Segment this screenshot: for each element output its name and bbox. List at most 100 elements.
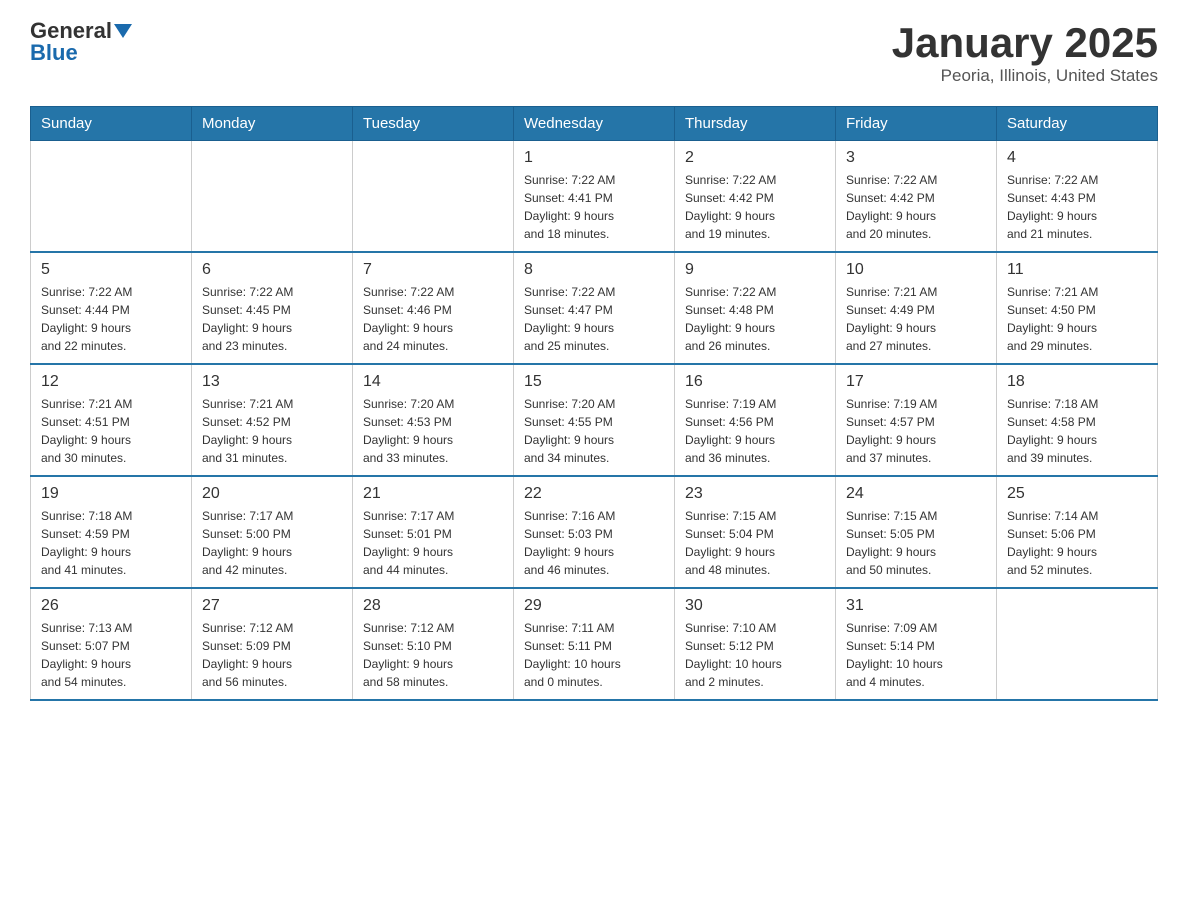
calendar-cell: 11 Sunrise: 7:21 AMSunset: 4:50 PMDayligh…: [997, 252, 1158, 364]
day-info: Sunrise: 7:12 AMSunset: 5:09 PMDaylight:…: [202, 619, 342, 691]
day-info: Sunrise: 7:16 AMSunset: 5:03 PMDaylight:…: [524, 507, 664, 579]
day-number: 2: [685, 149, 825, 167]
day-number: 17: [846, 373, 986, 391]
calendar-week-row: 19 Sunrise: 7:18 AMSunset: 4:59 PMDayligh…: [31, 476, 1158, 588]
calendar-cell: 29Sunrise: 7:11 AMSunset: 5:11 PMDayligh…: [514, 588, 675, 700]
day-info: Sunrise: 7:15 AMSunset: 5:04 PMDaylight:…: [685, 507, 825, 579]
calendar-cell: 9 Sunrise: 7:22 AMSunset: 4:48 PMDaylight…: [675, 252, 836, 364]
calendar-cell: 14Sunrise: 7:20 AMSunset: 4:53 PMDayligh…: [353, 364, 514, 476]
day-info: Sunrise: 7:21 AMSunset: 4:49 PMDaylight:…: [846, 283, 986, 355]
day-number: 30: [685, 597, 825, 615]
day-number: 25: [1007, 485, 1147, 503]
calendar-cell: 7 Sunrise: 7:22 AMSunset: 4:46 PMDaylight…: [353, 252, 514, 364]
header-cell-saturday: Saturday: [997, 107, 1158, 141]
logo-blue-text: Blue: [30, 42, 78, 64]
calendar-cell: 4Sunrise: 7:22 AMSunset: 4:43 PMDaylight…: [997, 141, 1158, 253]
header-cell-friday: Friday: [836, 107, 997, 141]
day-number: 11: [1007, 261, 1147, 279]
calendar-cell: 17 Sunrise: 7:19 AMSunset: 4:57 PMDayligh…: [836, 364, 997, 476]
day-info: Sunrise: 7:20 AMSunset: 4:53 PMDaylight:…: [363, 395, 503, 467]
calendar-cell: 30 Sunrise: 7:10 AMSunset: 5:12 PMDayligh…: [675, 588, 836, 700]
day-number: 16: [685, 373, 825, 391]
day-info: Sunrise: 7:22 AMSunset: 4:45 PMDaylight:…: [202, 283, 342, 355]
day-info: Sunrise: 7:22 AMSunset: 4:47 PMDaylight:…: [524, 283, 664, 355]
day-info: Sunrise: 7:17 AMSunset: 5:01 PMDaylight:…: [363, 507, 503, 579]
day-number: 7: [363, 261, 503, 279]
calendar-cell: 24Sunrise: 7:15 AMSunset: 5:05 PMDayligh…: [836, 476, 997, 588]
calendar-cell: [997, 588, 1158, 700]
day-number: 1: [524, 149, 664, 167]
day-number: 5: [41, 261, 181, 279]
calendar-cell: 5 Sunrise: 7:22 AMSunset: 4:44 PMDaylight…: [31, 252, 192, 364]
day-number: 15: [524, 373, 664, 391]
day-number: 13: [202, 373, 342, 391]
day-info: Sunrise: 7:20 AMSunset: 4:55 PMDaylight:…: [524, 395, 664, 467]
page-header: General Blue January 2025 Peoria, Illino…: [30, 20, 1158, 86]
calendar-week-row: 26Sunrise: 7:13 AMSunset: 5:07 PMDayligh…: [31, 588, 1158, 700]
logo: General Blue: [30, 20, 132, 64]
day-number: 23: [685, 485, 825, 503]
header-cell-wednesday: Wednesday: [514, 107, 675, 141]
day-number: 28: [363, 597, 503, 615]
day-info: Sunrise: 7:18 AMSunset: 4:58 PMDaylight:…: [1007, 395, 1147, 467]
calendar-cell: [31, 141, 192, 253]
day-number: 4: [1007, 149, 1147, 167]
day-number: 29: [524, 597, 664, 615]
calendar-cell: 12 Sunrise: 7:21 AMSunset: 4:51 PMDayligh…: [31, 364, 192, 476]
day-number: 20: [202, 485, 342, 503]
day-info: Sunrise: 7:17 AMSunset: 5:00 PMDaylight:…: [202, 507, 342, 579]
day-info: Sunrise: 7:14 AMSunset: 5:06 PMDaylight:…: [1007, 507, 1147, 579]
calendar-cell: 6Sunrise: 7:22 AMSunset: 4:45 PMDaylight…: [192, 252, 353, 364]
day-info: Sunrise: 7:21 AMSunset: 4:51 PMDaylight:…: [41, 395, 181, 467]
day-number: 8: [524, 261, 664, 279]
day-info: Sunrise: 7:19 AMSunset: 4:57 PMDaylight:…: [846, 395, 986, 467]
day-info: Sunrise: 7:21 AMSunset: 4:50 PMDaylight:…: [1007, 283, 1147, 355]
day-number: 19: [41, 485, 181, 503]
day-info: Sunrise: 7:09 AMSunset: 5:14 PMDaylight:…: [846, 619, 986, 691]
header-row: SundayMondayTuesdayWednesdayThursdayFrid…: [31, 107, 1158, 141]
day-info: Sunrise: 7:22 AMSunset: 4:46 PMDaylight:…: [363, 283, 503, 355]
day-info: Sunrise: 7:12 AMSunset: 5:10 PMDaylight:…: [363, 619, 503, 691]
day-number: 10: [846, 261, 986, 279]
calendar-body: 1 Sunrise: 7:22 AMSunset: 4:41 PMDaylight…: [31, 141, 1158, 701]
calendar-cell: 20 Sunrise: 7:17 AMSunset: 5:00 PMDayligh…: [192, 476, 353, 588]
calendar-cell: 22Sunrise: 7:16 AMSunset: 5:03 PMDayligh…: [514, 476, 675, 588]
day-info: Sunrise: 7:22 AMSunset: 4:41 PMDaylight:…: [524, 171, 664, 243]
header-cell-tuesday: Tuesday: [353, 107, 514, 141]
calendar-cell: 25 Sunrise: 7:14 AMSunset: 5:06 PMDayligh…: [997, 476, 1158, 588]
calendar-week-row: 5 Sunrise: 7:22 AMSunset: 4:44 PMDaylight…: [31, 252, 1158, 364]
calendar-cell: 18Sunrise: 7:18 AMSunset: 4:58 PMDayligh…: [997, 364, 1158, 476]
day-number: 3: [846, 149, 986, 167]
page-title: January 2025: [892, 20, 1158, 66]
day-info: Sunrise: 7:21 AMSunset: 4:52 PMDaylight:…: [202, 395, 342, 467]
calendar-cell: 21 Sunrise: 7:17 AMSunset: 5:01 PMDayligh…: [353, 476, 514, 588]
header-cell-sunday: Sunday: [31, 107, 192, 141]
calendar-cell: 23 Sunrise: 7:15 AMSunset: 5:04 PMDayligh…: [675, 476, 836, 588]
calendar-cell: 16Sunrise: 7:19 AMSunset: 4:56 PMDayligh…: [675, 364, 836, 476]
day-info: Sunrise: 7:22 AMSunset: 4:44 PMDaylight:…: [41, 283, 181, 355]
calendar-cell: 8 Sunrise: 7:22 AMSunset: 4:47 PMDaylight…: [514, 252, 675, 364]
day-info: Sunrise: 7:13 AMSunset: 5:07 PMDaylight:…: [41, 619, 181, 691]
calendar-cell: 2Sunrise: 7:22 AMSunset: 4:42 PMDaylight…: [675, 141, 836, 253]
day-number: 21: [363, 485, 503, 503]
page-subtitle: Peoria, Illinois, United States: [892, 66, 1158, 86]
calendar-cell: 28 Sunrise: 7:12 AMSunset: 5:10 PMDayligh…: [353, 588, 514, 700]
calendar-cell: 19 Sunrise: 7:18 AMSunset: 4:59 PMDayligh…: [31, 476, 192, 588]
calendar-header: SundayMondayTuesdayWednesdayThursdayFrid…: [31, 107, 1158, 141]
day-info: Sunrise: 7:18 AMSunset: 4:59 PMDaylight:…: [41, 507, 181, 579]
day-info: Sunrise: 7:22 AMSunset: 4:48 PMDaylight:…: [685, 283, 825, 355]
header-cell-monday: Monday: [192, 107, 353, 141]
calendar-cell: 10 Sunrise: 7:21 AMSunset: 4:49 PMDayligh…: [836, 252, 997, 364]
day-number: 9: [685, 261, 825, 279]
calendar-week-row: 1 Sunrise: 7:22 AMSunset: 4:41 PMDaylight…: [31, 141, 1158, 253]
calendar-cell: 15 Sunrise: 7:20 AMSunset: 4:55 PMDayligh…: [514, 364, 675, 476]
calendar-cell: 3Sunrise: 7:22 AMSunset: 4:42 PMDaylight…: [836, 141, 997, 253]
day-info: Sunrise: 7:10 AMSunset: 5:12 PMDaylight:…: [685, 619, 825, 691]
calendar-cell: 27Sunrise: 7:12 AMSunset: 5:09 PMDayligh…: [192, 588, 353, 700]
header-cell-thursday: Thursday: [675, 107, 836, 141]
calendar-cell: [353, 141, 514, 253]
day-number: 31: [846, 597, 986, 615]
day-info: Sunrise: 7:15 AMSunset: 5:05 PMDaylight:…: [846, 507, 986, 579]
day-number: 12: [41, 373, 181, 391]
calendar-week-row: 12 Sunrise: 7:21 AMSunset: 4:51 PMDayligh…: [31, 364, 1158, 476]
